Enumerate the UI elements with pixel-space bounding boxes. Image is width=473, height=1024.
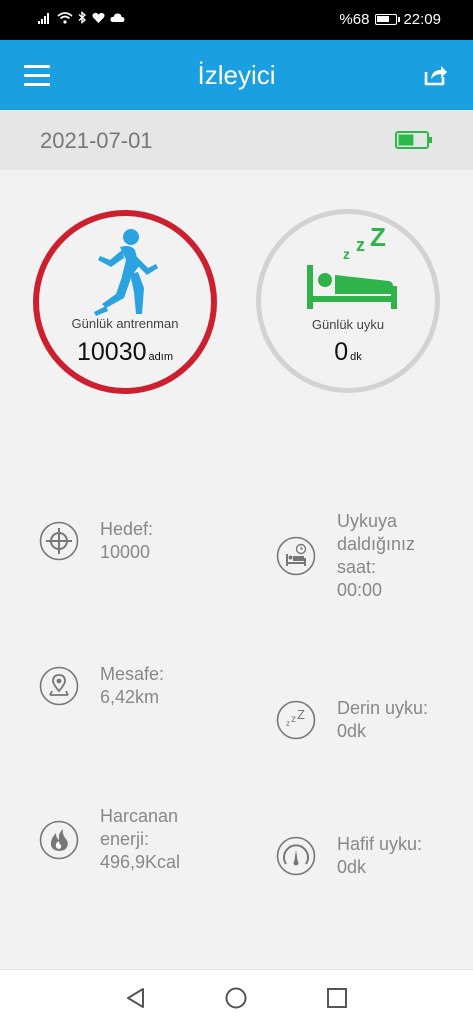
battery-percent: %68 [339,11,370,28]
distance-text: Mesafe: 6,42km [100,663,164,709]
sleep-start-label-2: daldığınız [337,534,416,554]
energy-text: Harcanan enerji: 496,9Kcal [100,805,180,874]
sleep-start-stat: Uykuya daldığınız saat: 00:00 [276,510,415,602]
location-pin-icon [39,666,79,706]
energy-value: 496,9Kcal [100,852,181,872]
signal-icon [38,12,49,24]
sleep-value: 0 dk [261,338,435,367]
page-title: İzleyici [197,60,276,90]
light-sleep-stat: Hafif uyku: 0dk [276,833,422,879]
deep-sleep-text: Derin uyku: 0dk [337,697,428,743]
share-icon[interactable] [423,62,449,88]
light-sleep-value: 0dk [337,857,367,877]
sleep-start-text: Uykuya daldığınız saat: 00:00 [337,510,415,602]
step-count: 10030 [77,338,147,366]
energy-stat: Harcanan enerji: 496,9Kcal [39,805,180,874]
goal-label: Hedef: [100,519,154,539]
flame-icon [39,820,79,859]
status-right: %68 22:09 [339,11,441,28]
daily-activity-ring[interactable]: Günlük antrenman 10030 adım [33,210,217,394]
deep-sleep-label: Derin uyku: [337,698,429,718]
step-unit: adım [148,351,173,363]
sleeping-bed-icon: z z Z [307,224,397,309]
status-icons [38,11,125,24]
status-time: 22:09 [403,11,441,28]
svg-text:z: z [291,714,296,725]
date-label[interactable]: 2021-07-01 [40,128,153,154]
status-bar: %68 22:09 [0,0,473,40]
sleep-label: Günlük uyku [311,317,385,332]
target-icon [39,521,79,561]
svg-text:z: z [286,719,290,728]
light-sleep-text: Hafif uyku: 0dk [337,833,422,879]
sleep-minutes: 0 [334,338,349,366]
deep-sleep-value: 0dk [337,721,367,741]
sleep-start-label-3: saat: [337,557,377,577]
svg-text:z: z [343,246,350,262]
svg-text:Z: Z [297,707,305,722]
distance-label: Mesafe: [100,664,165,684]
recents-square-icon[interactable] [325,986,349,1010]
light-sleep-label: Hafif uyku: [337,834,423,854]
wifi-icon [57,11,73,24]
goal-text: Hedef: 10000 [100,518,153,564]
deep-sleep-icon: z z Z [276,700,316,740]
sleep-clock-icon [276,536,316,576]
distance-value: 6,42km [100,687,160,707]
bluetooth-icon [78,11,87,24]
device-battery-icon [395,131,432,149]
battery-icon [375,14,401,25]
light-sleep-gauge-icon [276,836,316,876]
date-bar: 2021-07-01 [0,110,473,170]
deep-sleep-stat: z z Z Derin uyku: 0dk [276,697,428,743]
heart-icon [92,12,105,23]
svg-text:z: z [356,235,365,255]
app-bar: İzleyici [0,40,473,110]
svg-text:Z: Z [370,224,386,252]
distance-stat: Mesafe: 6,42km [39,663,164,709]
back-triangle-icon[interactable] [124,986,148,1010]
activity-label: Günlük antrenman [71,316,179,331]
home-circle-icon[interactable] [224,986,248,1010]
goal-value: 10000 [100,542,151,562]
sleep-unit: dk [350,351,362,363]
sleep-start-label-1: Uykuya [337,511,398,531]
sleep-start-value: 00:00 [337,580,383,600]
energy-label-1: Harcanan [100,806,179,826]
goal-stat: Hedef: 10000 [39,518,153,564]
activity-value: 10030 adım [39,338,211,367]
energy-label-2: enerji: [100,829,150,849]
running-person-icon [94,229,158,316]
daily-sleep-ring[interactable]: z z Z Günlük uyku 0 dk [256,209,440,393]
system-nav-bar [0,969,473,1024]
cloud-icon [110,13,125,22]
